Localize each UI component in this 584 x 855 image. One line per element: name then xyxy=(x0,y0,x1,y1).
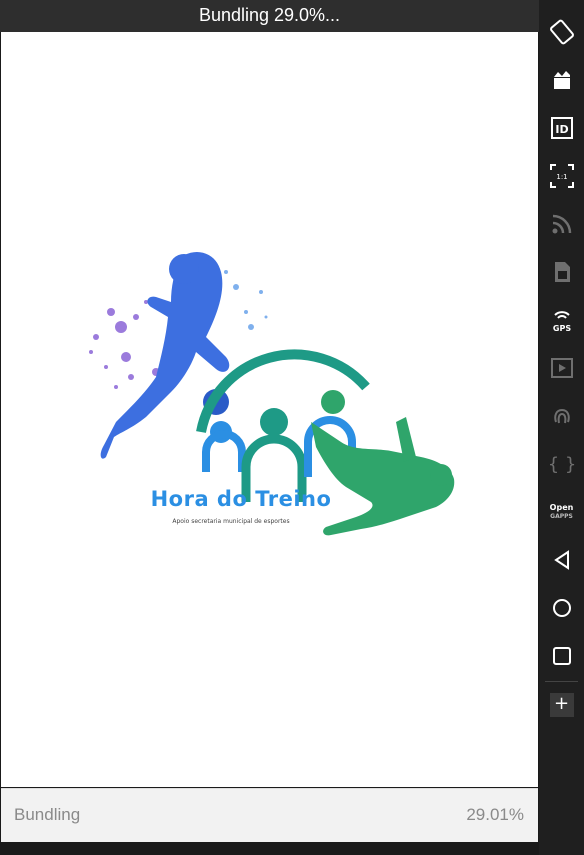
recents-icon[interactable] xyxy=(544,638,579,673)
bundle-percent: 29.01% xyxy=(466,805,524,824)
bundle-label: Bundling xyxy=(14,805,81,824)
gps-icon[interactable]: GPS xyxy=(544,302,579,337)
app-screen: Hora do Treino Apoio secretaria municipa… xyxy=(1,32,538,787)
id-icon[interactable]: ID xyxy=(544,110,579,145)
code-braces-icon[interactable]: { } xyxy=(544,446,579,481)
app-logo: Hora do Treino Apoio secretaria municipa… xyxy=(76,217,466,547)
rotate-icon[interactable] xyxy=(544,14,579,49)
window-title-bar: Bundling 29.0%... xyxy=(0,0,539,32)
svg-text:GPS: GPS xyxy=(552,324,570,333)
opengapps-sublabel: GAPPS xyxy=(550,512,573,520)
svg-text:ID: ID xyxy=(555,123,568,136)
svg-text:1:1: 1:1 xyxy=(556,173,567,181)
splash-blue xyxy=(224,270,268,330)
home-icon[interactable] xyxy=(544,590,579,625)
fingerprint-icon[interactable] xyxy=(544,398,579,433)
logo-title: Hora do Treino xyxy=(150,487,332,511)
back-icon[interactable] xyxy=(544,542,579,577)
toolbar-divider xyxy=(545,681,578,682)
window-title: Bundling 29.0%... xyxy=(198,5,341,25)
screen-record-icon[interactable] xyxy=(544,62,579,97)
bundle-progress-bar: Bundling 29.01% xyxy=(1,788,538,842)
pixel-perfect-icon[interactable]: 1:1 xyxy=(544,158,579,193)
splash-paint xyxy=(89,300,160,389)
emulator-side-toolbar: ID 1:1 GPS { } Open GAPPS + xyxy=(539,0,584,855)
logo-subtitle: Apoio secretaria municipal de esportes xyxy=(172,518,290,525)
wifi-icon[interactable] xyxy=(544,206,579,241)
media-icon[interactable] xyxy=(544,350,579,385)
opengapps-label: Open xyxy=(549,502,574,512)
sim-card-icon[interactable] xyxy=(544,254,579,289)
plus-label: + xyxy=(549,692,574,717)
svg-text:{ }: { } xyxy=(549,454,575,475)
emulator-device: Bundling 29.0%... Hora do Treino Apoio s… xyxy=(0,0,539,855)
plus-icon[interactable]: + xyxy=(544,687,579,722)
opengapps-icon[interactable]: Open GAPPS xyxy=(544,494,579,529)
player-blue xyxy=(100,252,230,459)
